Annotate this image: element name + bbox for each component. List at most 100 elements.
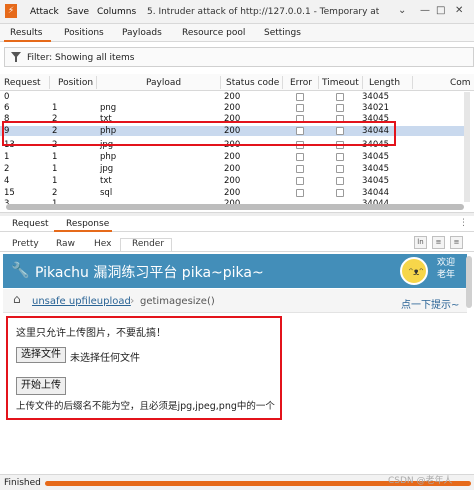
- more-options-icon[interactable]: ⋮: [459, 218, 468, 228]
- cell-length: 34045: [362, 92, 390, 102]
- cell-request: 0: [4, 92, 10, 102]
- welcome-line-1: 欢迎: [437, 258, 456, 268]
- cell-length: 34045: [362, 176, 390, 186]
- results-table-header: Request Position Payload Status code Err…: [0, 74, 474, 91]
- avatar: ᵔᴥᵔ: [400, 257, 428, 285]
- cell-payload: png: [100, 103, 117, 113]
- pikachu-face-icon: ᵔᴥᵔ: [409, 267, 424, 278]
- cell-payload: txt: [100, 176, 112, 186]
- tab-render[interactable]: Render: [132, 239, 164, 249]
- home-icon[interactable]: ⌂: [13, 292, 21, 306]
- timeout-checkbox: [336, 153, 344, 161]
- window-title: 5. Intruder attack of http://127.0.0.1 -…: [147, 7, 379, 17]
- maximize-icon[interactable]: □: [436, 5, 445, 16]
- tab-request[interactable]: Request: [12, 219, 49, 229]
- error-checkbox: [296, 153, 304, 161]
- active-tab-indicator: [4, 40, 51, 42]
- cell-position: 2: [52, 188, 58, 198]
- col-payload[interactable]: Payload: [146, 78, 181, 88]
- cell-length: 34021: [362, 103, 390, 113]
- tab-settings[interactable]: Settings: [264, 28, 301, 38]
- error-checkbox: [296, 177, 304, 185]
- cell-payload: sql: [100, 188, 113, 198]
- cell-position: 1: [52, 152, 58, 162]
- cell-request: 4: [4, 176, 10, 186]
- table-row[interactable]: 4 1 txt 200 34045: [0, 176, 464, 186]
- tab-raw[interactable]: Raw: [56, 239, 75, 249]
- menu-bar: ⚡ Attack Save Columns 5. Intruder attack…: [0, 0, 474, 24]
- tab-payloads[interactable]: Payloads: [122, 28, 162, 38]
- col-timeout[interactable]: Timeout: [322, 78, 359, 88]
- breadcrumb-current: getimagesize(): [140, 296, 215, 307]
- tab-resource-pool[interactable]: Resource pool: [182, 28, 245, 38]
- column-separator: [96, 76, 97, 89]
- column-separator: [282, 76, 283, 89]
- breadcrumb-link[interactable]: unsafe upfileupload: [32, 296, 131, 307]
- column-separator: [318, 76, 319, 89]
- hint-link[interactable]: 点一下提示~: [401, 296, 459, 311]
- page-title: Pikachu 漏洞练习平台 pika~pika~: [35, 265, 264, 281]
- cell-length: 34045: [362, 164, 390, 174]
- tab-hex[interactable]: Hex: [94, 239, 111, 249]
- filter-icon-stem: [15, 57, 17, 62]
- column-separator: [362, 76, 363, 89]
- pikachu-header: 🔧 Pikachu 漏洞练习平台 pika~pika~ ᵔᴥᵔ 欢迎 老年: [3, 254, 467, 288]
- menu-lines-icon[interactable]: ≡: [450, 236, 463, 249]
- table-row[interactable]: 0 200 34045: [0, 92, 464, 102]
- col-length[interactable]: Length: [369, 78, 400, 88]
- status-text: Finished: [4, 478, 41, 488]
- menu-save[interactable]: Save: [67, 7, 89, 17]
- col-comment[interactable]: Com: [450, 78, 471, 88]
- attack-tabs: Results Positions Payloads Resource pool…: [0, 24, 474, 42]
- col-request[interactable]: Request: [4, 78, 41, 88]
- timeout-checkbox: [336, 93, 344, 101]
- table-row[interactable]: 2 1 jpg 200 34045: [0, 164, 464, 174]
- table-vertical-scrollbar[interactable]: [464, 92, 470, 202]
- cell-payload: jpg: [100, 164, 114, 174]
- error-checkbox: [296, 165, 304, 173]
- col-status-code[interactable]: Status code: [226, 78, 279, 88]
- cell-request: 6: [4, 103, 10, 113]
- tab-results[interactable]: Results: [10, 28, 43, 38]
- timeout-checkbox: [336, 165, 344, 173]
- cell-status: 200: [224, 152, 241, 162]
- tab-response[interactable]: Response: [66, 219, 109, 229]
- col-error[interactable]: Error: [290, 78, 312, 88]
- active-tab-indicator: [54, 230, 112, 232]
- filter-text: Filter: Showing all items: [27, 53, 135, 63]
- table-row[interactable]: 1 1 php 200 34045: [0, 152, 464, 162]
- cell-position: 1: [52, 103, 58, 113]
- cell-request: 1: [4, 152, 10, 162]
- timeout-checkbox: [336, 104, 344, 112]
- request-response-tabs: Request Response ⋮: [0, 216, 474, 232]
- menu-attack[interactable]: Attack: [30, 7, 59, 17]
- error-checkbox: [296, 93, 304, 101]
- cell-status: 200: [224, 188, 241, 198]
- error-checkbox: [296, 104, 304, 112]
- minimize-icon[interactable]: —: [420, 5, 430, 16]
- cell-length: 34044: [362, 188, 390, 198]
- col-position[interactable]: Position: [58, 78, 93, 88]
- column-separator: [49, 76, 50, 89]
- close-icon[interactable]: ✕: [455, 5, 463, 16]
- cell-position: 1: [52, 164, 58, 174]
- cell-length: 34045: [362, 152, 390, 162]
- tab-positions[interactable]: Positions: [64, 28, 104, 38]
- menu-columns[interactable]: Columns: [97, 7, 136, 17]
- error-checkbox: [296, 189, 304, 197]
- filter-bar[interactable]: Filter: Showing all items: [4, 47, 474, 67]
- table-row[interactable]: 15 2 sql 200 34044: [0, 188, 464, 198]
- wrap-lines-icon[interactable]: ≡: [432, 236, 445, 249]
- wrench-icon: 🔧: [11, 261, 30, 279]
- chevron-down-icon[interactable]: ⌄: [398, 5, 406, 16]
- line-numbers-icon[interactable]: ln: [414, 236, 427, 249]
- tab-pretty[interactable]: Pretty: [12, 239, 39, 249]
- breadcrumb-separator-icon: ›: [130, 294, 135, 307]
- timeout-checkbox: [336, 189, 344, 197]
- render-vertical-scrollbar[interactable]: [466, 256, 472, 308]
- timeout-checkbox: [336, 177, 344, 185]
- selected-row-highlight: [2, 121, 396, 146]
- table-row[interactable]: 6 1 png 200 34021: [0, 103, 464, 113]
- cell-status: 200: [224, 103, 241, 113]
- table-horizontal-scrollbar[interactable]: [6, 204, 464, 210]
